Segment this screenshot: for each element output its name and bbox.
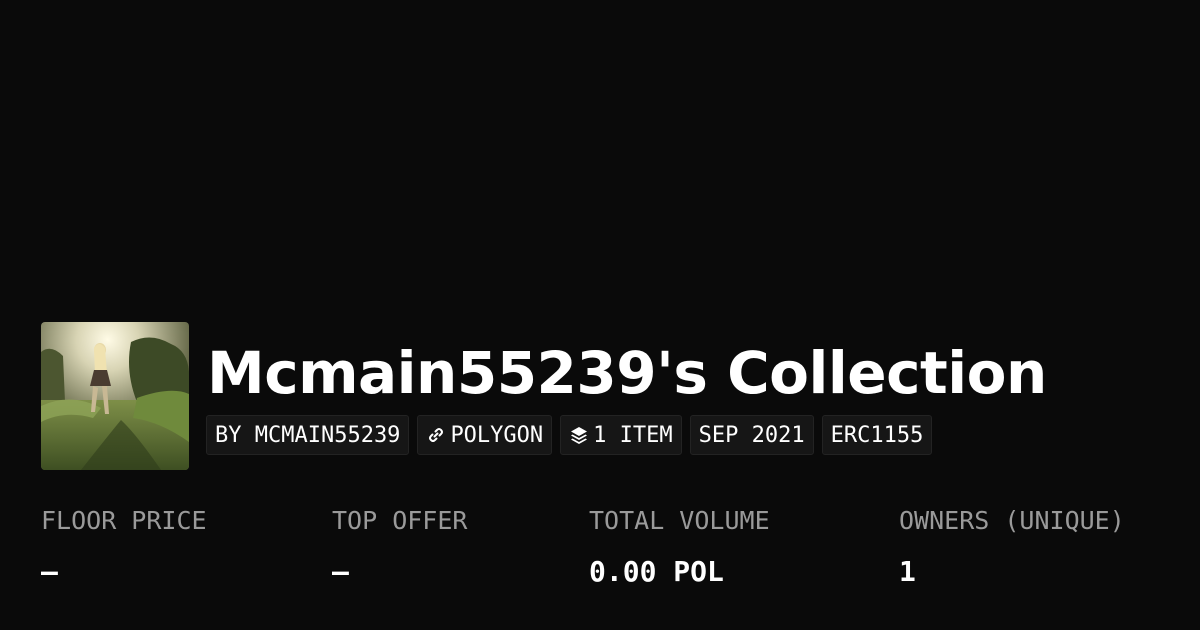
collection-card: Mcmain55239's Collection BY MCMAIN55239 …: [0, 0, 1200, 630]
date-badge-label: SEP 2021: [698, 422, 805, 448]
link-icon: [429, 428, 444, 442]
stat-total-volume-value: 0.00 POL: [589, 555, 724, 588]
chain-badge[interactable]: POLYGON: [417, 415, 553, 455]
creator-badge[interactable]: BY MCMAIN55239: [206, 415, 410, 455]
standard-badge-label: ERC1155: [830, 422, 924, 448]
stat-total-volume: TOTAL VOLUME 0.00 POL: [589, 506, 770, 588]
stat-floor-price-value: –: [41, 555, 58, 588]
stat-top-offer: TOP OFFER –: [332, 506, 467, 588]
layers-icon: [571, 427, 588, 444]
stat-floor-price-label: FLOOR PRICE: [41, 506, 207, 535]
stat-owners: OWNERS (UNIQUE) 1: [899, 506, 1125, 588]
stat-owners-value: 1: [899, 555, 916, 588]
creator-badge-label: BY MCMAIN55239: [215, 422, 401, 448]
stat-total-volume-label: TOTAL VOLUME: [589, 506, 770, 535]
items-badge[interactable]: 1 ITEM: [560, 415, 682, 455]
stat-owners-label: OWNERS (UNIQUE): [899, 506, 1125, 535]
chain-badge-label: POLYGON: [450, 422, 544, 448]
collection-avatar[interactable]: [41, 322, 189, 470]
stat-top-offer-value: –: [332, 555, 349, 588]
collection-title: Mcmain55239's Collection: [207, 339, 1047, 407]
collection-avatar-photo: [41, 322, 189, 470]
stat-floor-price: FLOOR PRICE –: [41, 506, 207, 588]
collection-badges: BY MCMAIN55239 POLYGON 1 ITEM SEP 2021 E…: [206, 415, 933, 455]
items-badge-label: 1 ITEM: [593, 422, 673, 448]
stat-top-offer-label: TOP OFFER: [332, 506, 468, 535]
standard-badge: ERC1155: [821, 415, 933, 455]
date-badge: SEP 2021: [689, 415, 814, 455]
